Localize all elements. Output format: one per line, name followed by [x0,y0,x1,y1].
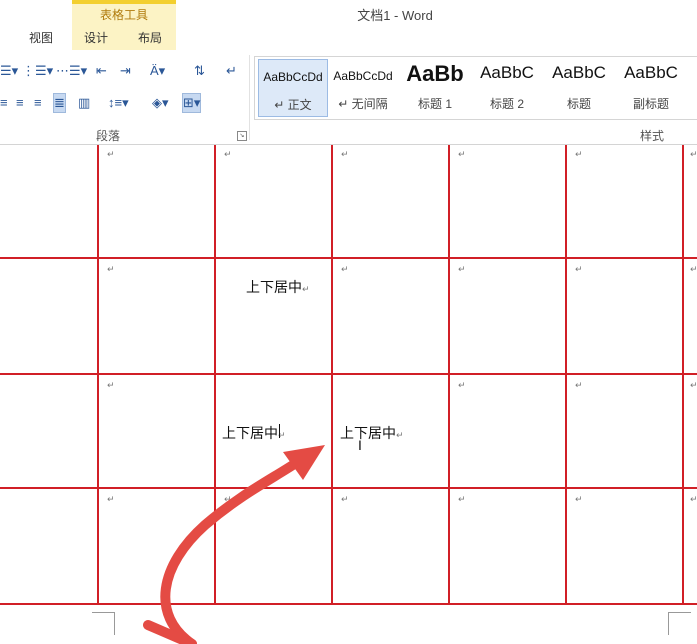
table-tools-context-group: 表格工具 设计 布局 [72,0,176,50]
crop-mark [92,612,115,635]
paragraph-dialog-launcher-icon[interactable]: ↘ [237,131,247,141]
align-left-icon[interactable]: ≡ [0,94,8,112]
style-name: ↵ 无间隔 [338,97,388,111]
crop-mark [668,612,691,635]
style-preview: AaBb [406,61,464,86]
style-preview: AaBbC [624,63,678,82]
style-name: 标题 2 [489,97,524,111]
style-subtitle[interactable]: AaBbC 副标题 [617,59,685,115]
styles-group-label: 样式 [640,129,665,143]
style-name: 标题 1 [417,97,452,111]
tab-view[interactable]: 视图 [29,29,53,46]
style-name: 副标题 [632,97,669,111]
style-name: ↵ 正文 [274,98,312,112]
style-no-spacing[interactable]: AaBbCcDd ↵ 无间隔 [329,59,397,115]
style-name: 标题 [566,97,591,111]
shading-icon[interactable]: ◈▾ [152,94,169,112]
document-area[interactable]: ↵ ↵ ↵ ↵ ↵ ↵ ↵ ↵ ↵ ↵ ↵ ↵ ↵ ↵ ↵ ↵ ↵ ↵ ↵ ↵ … [0,145,697,644]
multilevel-list-icon[interactable]: ⋯☰▾ [56,62,87,80]
bullets-icon[interactable]: ☰▾ [0,62,18,80]
style-heading-1[interactable]: AaBb 标题 1 [401,59,469,115]
style-normal[interactable]: AaBbCcDd ↵ 正文 [258,59,328,117]
borders-icon[interactable]: ⊞▾ [182,93,202,113]
sort-icon[interactable]: ⇅ [194,62,205,80]
style-preview: AaBbCcDd [263,70,323,84]
line-spacing-icon[interactable]: ↕≡▾ [108,94,129,112]
align-right-icon[interactable]: ≡ [34,94,42,112]
style-preview: AaBbCcDd [333,69,393,83]
style-preview: AaBbC [552,63,606,82]
tab-layout[interactable]: 布局 [138,29,162,46]
styles-gallery: AaBbCcDd ↵ 正文 AaBbCcDd ↵ 无间隔 AaBb 标题 1 A… [254,56,697,120]
annotation-arrow-icon [143,445,325,644]
ribbon: ☰▾ ⋮☰▾ ⋯☰▾ ⇤ ⇥ Ä▾ ⇅ ↵ ≡ ≡ ≡ ≣ ▥ ↕≡▾ ◈▾ ⊞… [0,50,697,145]
distributed-icon[interactable]: ▥ [78,94,90,112]
style-title[interactable]: AaBbC 标题 [545,59,613,115]
asian-layout-icon[interactable]: Ä▾ [150,62,165,80]
align-center-icon[interactable]: ≡ [16,94,24,112]
window-title: 文档1 - Word [357,8,433,23]
decrease-indent-icon[interactable]: ⇤ [96,62,107,80]
table-tools-label: 表格工具 [99,8,148,22]
justify-icon[interactable]: ≣ [53,93,66,113]
tab-design[interactable]: 设计 [84,29,108,46]
paragraph-group-label: 段落 [96,129,121,143]
increase-indent-icon[interactable]: ⇥ [120,62,131,80]
group-separator [249,55,250,140]
title-bar: 表格工具 设计 布局 文档1 - Word 视图 [0,0,697,50]
numbering-icon[interactable]: ⋮☰▾ [22,62,53,80]
style-heading-2[interactable]: AaBbC 标题 2 [473,59,541,115]
show-marks-icon[interactable]: ↵ [226,62,237,80]
style-preview: AaBbC [480,63,534,82]
